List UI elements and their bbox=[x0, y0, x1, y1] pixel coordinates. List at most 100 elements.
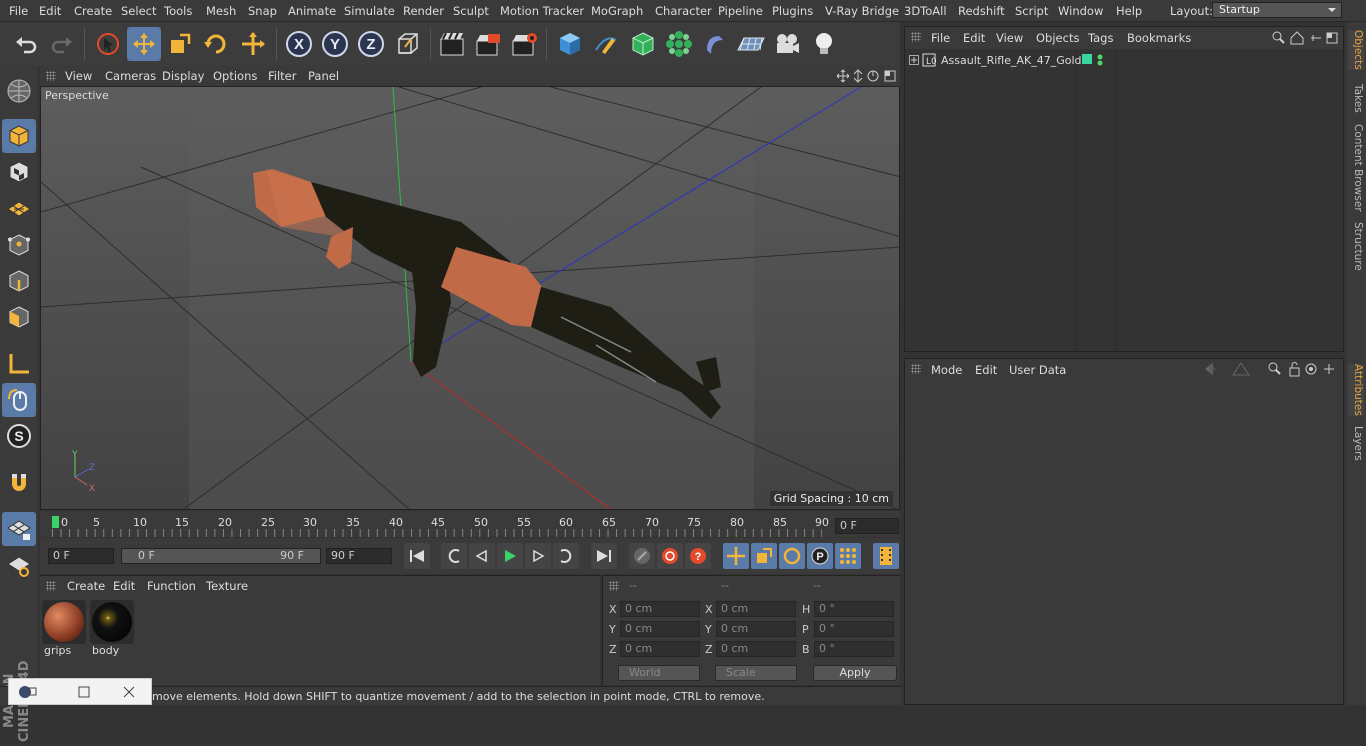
tab-structure[interactable]: Structure bbox=[1348, 222, 1364, 271]
pen-spline-button[interactable] bbox=[589, 27, 623, 61]
perspective-viewport[interactable]: Y Z X Perspective Grid Spacing : 10 cm bbox=[40, 86, 900, 510]
coordinate-system-button[interactable] bbox=[391, 27, 425, 61]
viewport-menu-view[interactable]: View bbox=[65, 69, 92, 83]
object-menu-tags[interactable]: Tags bbox=[1088, 31, 1113, 45]
material-menu-edit[interactable]: Edit bbox=[113, 579, 135, 593]
record-keys-button[interactable] bbox=[629, 543, 655, 569]
menu-snap[interactable]: Snap bbox=[248, 4, 277, 18]
object-menu-edit[interactable]: Edit bbox=[963, 31, 985, 45]
y-axis-lock-button[interactable]: Y bbox=[318, 27, 352, 61]
menu-script[interactable]: Script bbox=[1015, 4, 1048, 18]
size-y-field[interactable]: 0 cm bbox=[716, 621, 796, 637]
edges-mode-button[interactable] bbox=[2, 264, 36, 298]
menu-edit[interactable]: Edit bbox=[39, 4, 61, 18]
end-frame-field[interactable]: 90 F bbox=[326, 548, 392, 564]
z-axis-lock-button[interactable]: Z bbox=[354, 27, 388, 61]
viewport-menu-options[interactable]: Options bbox=[213, 69, 257, 83]
object-name[interactable]: Assault_Rifle_AK_47_Gold bbox=[941, 54, 1082, 67]
tab-content-browser[interactable]: Content Browser bbox=[1348, 124, 1364, 212]
camera-button[interactable] bbox=[770, 27, 804, 61]
object-list[interactable]: L0 Assault_Rifle_AK_47_Gold bbox=[905, 49, 1343, 351]
next-key-button[interactable] bbox=[553, 543, 579, 569]
attr-menu-user-data[interactable]: User Data bbox=[1009, 363, 1066, 377]
minimized-window-bar[interactable] bbox=[8, 678, 152, 705]
solo-button[interactable]: S bbox=[2, 419, 36, 453]
material-menu-texture[interactable]: Texture bbox=[206, 579, 248, 593]
keyframe-selection-button[interactable]: ? bbox=[685, 543, 711, 569]
menu-animate[interactable]: Animate bbox=[288, 4, 336, 18]
timeline-window-button[interactable] bbox=[873, 543, 899, 569]
model-mode-button[interactable] bbox=[2, 119, 36, 153]
menu-tools[interactable]: Tools bbox=[164, 4, 192, 18]
object-menu-view[interactable]: View bbox=[996, 31, 1023, 45]
tab-takes[interactable]: Takes bbox=[1348, 84, 1364, 113]
position-key-button[interactable] bbox=[723, 543, 749, 569]
deformer-button[interactable] bbox=[698, 27, 732, 61]
object-menu-objects[interactable]: Objects bbox=[1036, 31, 1079, 45]
parameter-key-button[interactable]: P bbox=[807, 543, 833, 569]
points-mode-button[interactable] bbox=[2, 228, 36, 262]
scale-tool-button[interactable] bbox=[163, 27, 197, 61]
tab-layers[interactable]: Layers bbox=[1348, 426, 1364, 461]
cube-object-button[interactable] bbox=[553, 27, 587, 61]
autokeying-button[interactable] bbox=[657, 543, 683, 569]
enable-workplane-button[interactable] bbox=[2, 512, 36, 546]
tweak-mode-button[interactable] bbox=[2, 383, 36, 417]
menu-window[interactable]: Window bbox=[1058, 4, 1103, 18]
expand-plus-icon[interactable] bbox=[909, 55, 919, 65]
position-z-field[interactable]: 0 cm bbox=[620, 641, 700, 657]
material-menu-create[interactable]: Create bbox=[67, 579, 105, 593]
menu-select[interactable]: Select bbox=[121, 4, 156, 18]
rotation-h-field[interactable]: 0 ° bbox=[814, 601, 894, 617]
workplane-mode-button[interactable] bbox=[2, 191, 36, 225]
undo-button[interactable] bbox=[9, 27, 43, 61]
visibility-dots-icon[interactable] bbox=[1096, 53, 1104, 67]
close-icon[interactable] bbox=[122, 685, 136, 699]
play-button[interactable] bbox=[497, 543, 523, 569]
point-level-key-button[interactable] bbox=[835, 543, 861, 569]
next-frame-button[interactable] bbox=[525, 543, 551, 569]
material-swatch-grips[interactable]: grips bbox=[42, 600, 86, 658]
menu-render[interactable]: Render bbox=[403, 4, 444, 18]
polygons-mode-button[interactable] bbox=[2, 300, 36, 334]
workplane-align-button[interactable] bbox=[2, 548, 36, 582]
material-menu-function[interactable]: Function bbox=[147, 579, 196, 593]
app-restore-icon[interactable] bbox=[17, 684, 39, 700]
viewport-menu-display[interactable]: Display bbox=[162, 69, 204, 83]
rotate-tool-button[interactable] bbox=[199, 27, 233, 61]
menu-create[interactable]: Create bbox=[74, 4, 112, 18]
size-x-field[interactable]: 0 cm bbox=[716, 601, 796, 617]
render-settings-button[interactable] bbox=[507, 27, 541, 61]
size-mode-dropdown[interactable]: Scale bbox=[715, 665, 797, 681]
object-row[interactable]: L0 Assault_Rifle_AK_47_Gold bbox=[905, 51, 1343, 69]
maximize-icon[interactable] bbox=[77, 685, 91, 699]
attribute-toolbar-icons[interactable] bbox=[1197, 361, 1343, 377]
attr-menu-mode[interactable]: Mode bbox=[931, 363, 962, 377]
menu-3dtoall[interactable]: 3DToAll bbox=[904, 4, 947, 18]
light-button[interactable] bbox=[807, 27, 841, 61]
subdivision-surface-button[interactable] bbox=[626, 27, 660, 61]
viewport-menu-filter[interactable]: Filter bbox=[268, 69, 296, 83]
render-region-button[interactable] bbox=[471, 27, 505, 61]
attr-menu-edit[interactable]: Edit bbox=[975, 363, 997, 377]
menu-redshift[interactable]: Redshift bbox=[958, 4, 1005, 18]
viewport-navigation-icons[interactable] bbox=[835, 68, 899, 84]
size-z-field[interactable]: 0 cm bbox=[716, 641, 796, 657]
scale-key-button[interactable] bbox=[751, 543, 777, 569]
menu-file[interactable]: File bbox=[9, 4, 28, 18]
rotation-p-field[interactable]: 0 ° bbox=[814, 621, 894, 637]
previous-key-button[interactable] bbox=[441, 543, 467, 569]
object-manager-toolbar-icons[interactable] bbox=[1271, 30, 1343, 46]
layout-select[interactable]: Startup bbox=[1212, 2, 1342, 18]
menu-help[interactable]: Help bbox=[1116, 4, 1142, 18]
menu-character[interactable]: Character bbox=[655, 4, 712, 18]
snap-button[interactable] bbox=[2, 466, 36, 500]
coordinate-mode-dropdown[interactable]: World bbox=[618, 665, 700, 681]
live-selection-button[interactable] bbox=[91, 27, 125, 61]
rotation-key-button[interactable] bbox=[779, 543, 805, 569]
start-frame-field[interactable]: 0 F bbox=[48, 548, 114, 564]
render-view-button[interactable] bbox=[435, 27, 469, 61]
object-menu-file[interactable]: File bbox=[931, 31, 950, 45]
cloner-button[interactable] bbox=[662, 27, 696, 61]
tab-attributes[interactable]: Attributes bbox=[1348, 364, 1364, 416]
